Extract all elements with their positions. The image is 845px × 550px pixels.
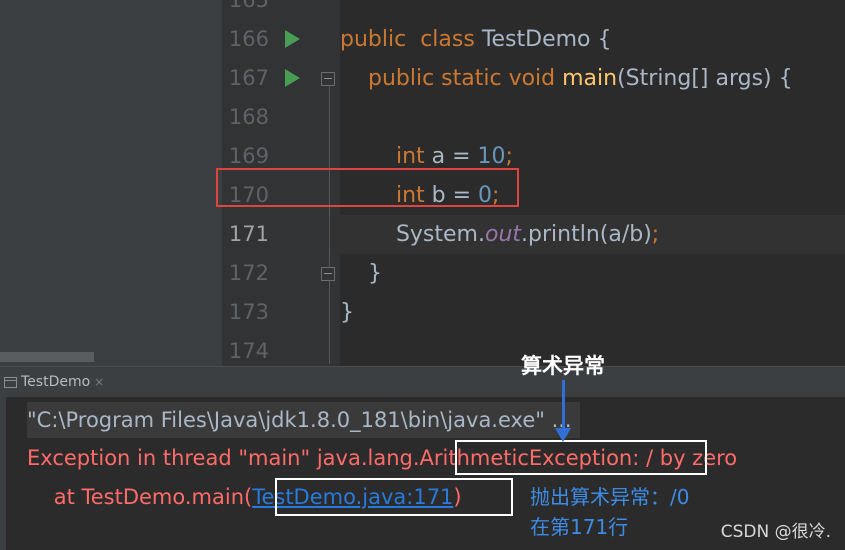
run-tab-testdemo[interactable]: TestDemo × <box>0 367 110 397</box>
code-token: } <box>340 300 354 325</box>
code-token: (String[] args) { <box>617 66 793 91</box>
fold-icon[interactable] <box>321 267 335 281</box>
code-token: .println(a/b) <box>521 222 652 247</box>
watermark: CSDN @很冷. <box>720 522 831 542</box>
run-gutter-icon[interactable] <box>285 30 300 48</box>
stack-prefix: at TestDemo.main( <box>27 485 253 509</box>
arrow-down-icon <box>555 428 571 442</box>
code-line-172[interactable]: 172 } <box>223 254 845 293</box>
code-token: ; <box>505 144 513 169</box>
horizontal-scrollbar[interactable] <box>0 352 94 362</box>
project-panel <box>0 0 223 366</box>
source-link-highlight-box <box>275 478 513 516</box>
console-command-line: "C:\Program Files\Java\jdk1.8.0_181\bin\… <box>27 402 580 438</box>
exception-type-highlight-box <box>455 440 707 475</box>
code-line-171[interactable]: 171 System.out.println(a/b); <box>223 215 845 254</box>
line-170-highlight-box <box>216 168 519 207</box>
code-token: ; <box>651 222 660 247</box>
annotation-arrow-line <box>562 380 565 432</box>
code-line-168[interactable]: 168 <box>223 98 845 137</box>
annotation-title: 算术异常 <box>521 354 605 378</box>
run-gutter-icon[interactable] <box>285 69 300 87</box>
close-icon[interactable]: × <box>94 375 104 389</box>
console-toolbar <box>0 397 6 550</box>
code-line-166[interactable]: 166 public class TestDemo { <box>223 20 845 59</box>
line-number: 172 <box>228 261 269 285</box>
code-line-173[interactable]: 173} <box>223 293 845 332</box>
code-token: out <box>484 222 522 247</box>
code-text: } <box>340 293 845 332</box>
line-number: 167 <box>228 66 269 90</box>
code-line-165[interactable]: 165 <box>223 0 845 20</box>
line-number: 166 <box>228 27 269 51</box>
line-number: 171 <box>228 222 269 246</box>
code-token: public static void <box>367 66 556 91</box>
code-text: System.out.println(a/b); <box>340 215 845 254</box>
code-text: public static void main(String[] args) { <box>340 59 845 98</box>
code-token: main <box>562 66 618 91</box>
code-text: public class TestDemo { <box>340 20 845 59</box>
code-token: int <box>395 144 425 169</box>
code-token: class <box>420 27 475 52</box>
console-icon <box>4 376 17 388</box>
run-tool-header: TestDemo × <box>0 366 845 397</box>
line-number: 173 <box>228 300 269 324</box>
code-line-167[interactable]: 167 public static void main(String[] arg… <box>223 59 845 98</box>
code-token: a = <box>424 144 478 169</box>
code-token: 10 <box>477 144 506 169</box>
code-text: } <box>340 254 845 293</box>
run-tab-label: TestDemo <box>21 374 91 390</box>
code-token: TestDemo { <box>474 27 612 52</box>
code-token: } <box>340 261 382 286</box>
line-number: 165 <box>228 0 269 12</box>
code-token: public <box>340 27 407 52</box>
exception-prefix: Exception in thread "main" java.lang. <box>27 446 420 470</box>
annotation-note-line2: 在第171行 <box>530 515 629 539</box>
line-number: 168 <box>228 105 269 129</box>
annotation-note-line1: 抛出算术异常：/0 <box>530 485 690 509</box>
code-token: System. <box>340 222 485 247</box>
fold-icon[interactable] <box>321 72 335 86</box>
